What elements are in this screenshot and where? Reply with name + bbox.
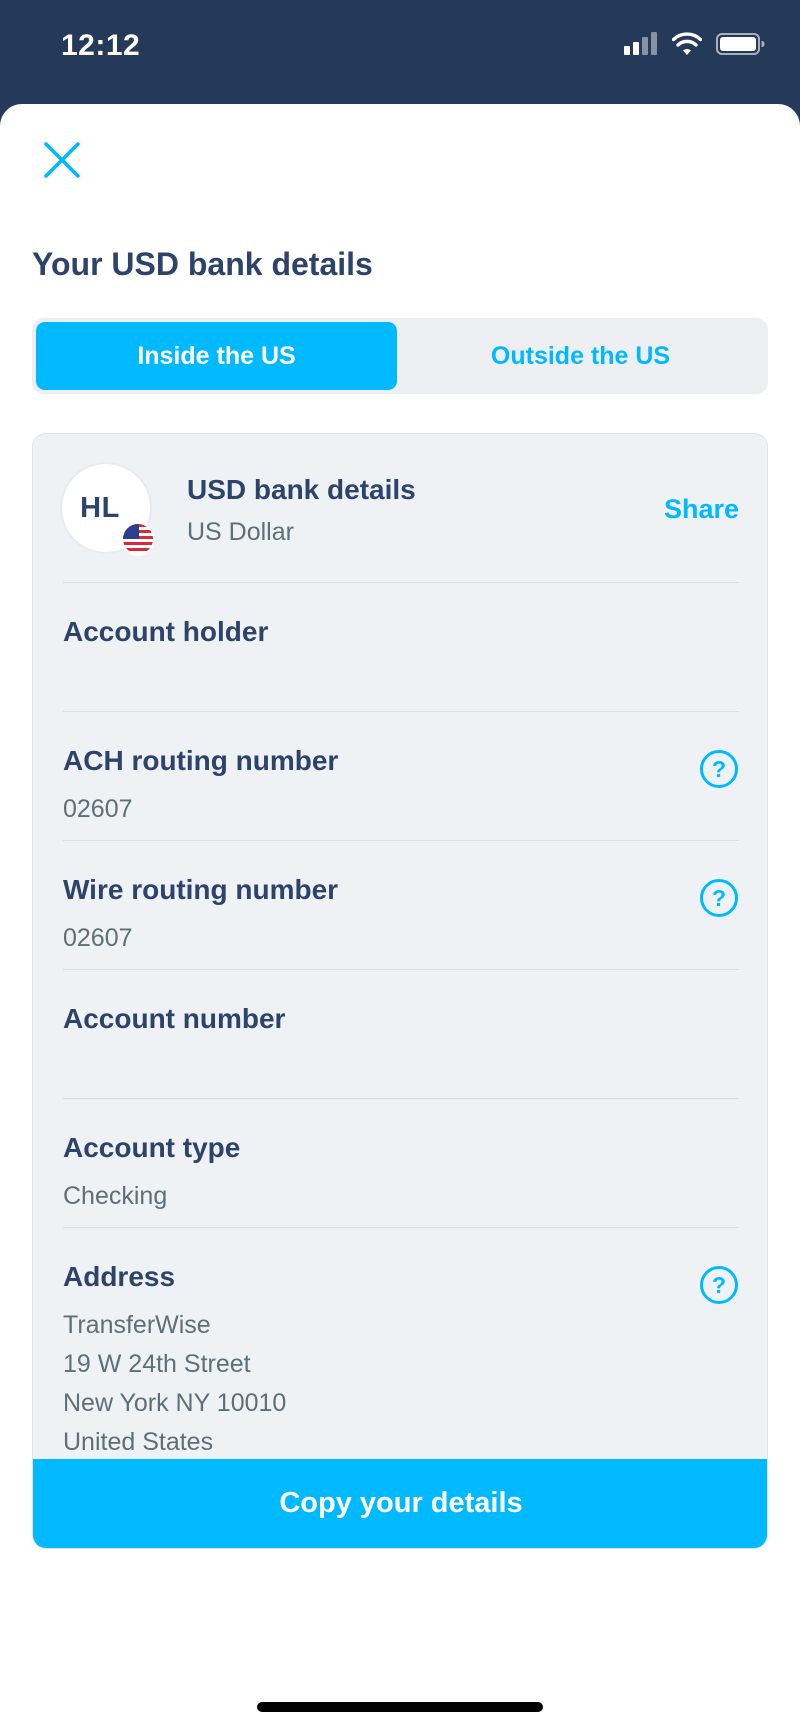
detail-value: 02607 [63, 795, 133, 823]
detail-label: Account number [63, 1003, 286, 1034]
share-button[interactable]: Share [664, 494, 739, 525]
copy-details-button[interactable]: Copy your details [33, 1459, 767, 1548]
bank-details-sheet: Your USD bank details Inside the US Outs… [0, 104, 800, 1731]
bank-details-card: HL USD bank details US Dollar Share Acco… [32, 433, 768, 1549]
status-time: 12:12 [61, 29, 141, 62]
svg-text:?: ? [712, 885, 726, 911]
detail-label: Address [63, 1261, 176, 1292]
signal-icon [624, 32, 657, 55]
account-currency: US Dollar [187, 518, 294, 546]
detail-label: Account holder [63, 616, 269, 647]
us-flag-icon [121, 522, 155, 556]
account-header: HL USD bank details US Dollar Share [33, 434, 767, 582]
account-title: USD bank details [187, 474, 416, 505]
close-button[interactable] [40, 138, 84, 182]
detail-row-wire-routing[interactable]: Wire routing number 02607 ? [33, 840, 767, 969]
tab-outside-us[interactable]: Outside the US [397, 322, 764, 390]
home-indicator [257, 1702, 543, 1712]
detail-label: Account type [63, 1132, 241, 1163]
detail-value: 02607 [63, 924, 133, 952]
avatar: HL [62, 464, 155, 556]
address-line: New York NY 10010 [63, 1389, 287, 1417]
status-bar: 12:12 [0, 0, 800, 100]
svg-text:?: ? [712, 756, 726, 782]
address-line: United States [63, 1428, 214, 1456]
tab-inside-us[interactable]: Inside the US [36, 322, 397, 390]
detail-row-account-holder[interactable]: Account holder [33, 582, 767, 711]
help-icon[interactable]: ? [699, 878, 739, 918]
close-icon [44, 142, 80, 178]
location-tabs: Inside the US Outside the US [32, 318, 768, 394]
detail-label: ACH routing number [63, 745, 339, 776]
help-icon[interactable]: ? [699, 1265, 739, 1305]
address-lines: TransferWise 19 W 24th Street New York N… [63, 1306, 286, 1462]
svg-text:?: ? [712, 1272, 726, 1298]
detail-label: Wire routing number [63, 874, 339, 905]
help-icon[interactable]: ? [699, 749, 739, 789]
address-line: 19 W 24th Street [63, 1350, 251, 1378]
detail-row-account-number[interactable]: Account number [33, 969, 767, 1098]
status-icons [624, 32, 766, 56]
detail-value: Checking [63, 1182, 168, 1210]
battery-icon [716, 33, 765, 55]
detail-row-account-type[interactable]: Account type Checking [33, 1098, 767, 1227]
detail-row-ach-routing[interactable]: ACH routing number 02607 ? [33, 711, 767, 840]
page-title: Your USD bank details [32, 246, 373, 282]
detail-row-address[interactable]: Address TransferWise 19 W 24th Street Ne… [33, 1227, 767, 1457]
wifi-icon [672, 32, 702, 55]
address-line: TransferWise [63, 1311, 211, 1339]
